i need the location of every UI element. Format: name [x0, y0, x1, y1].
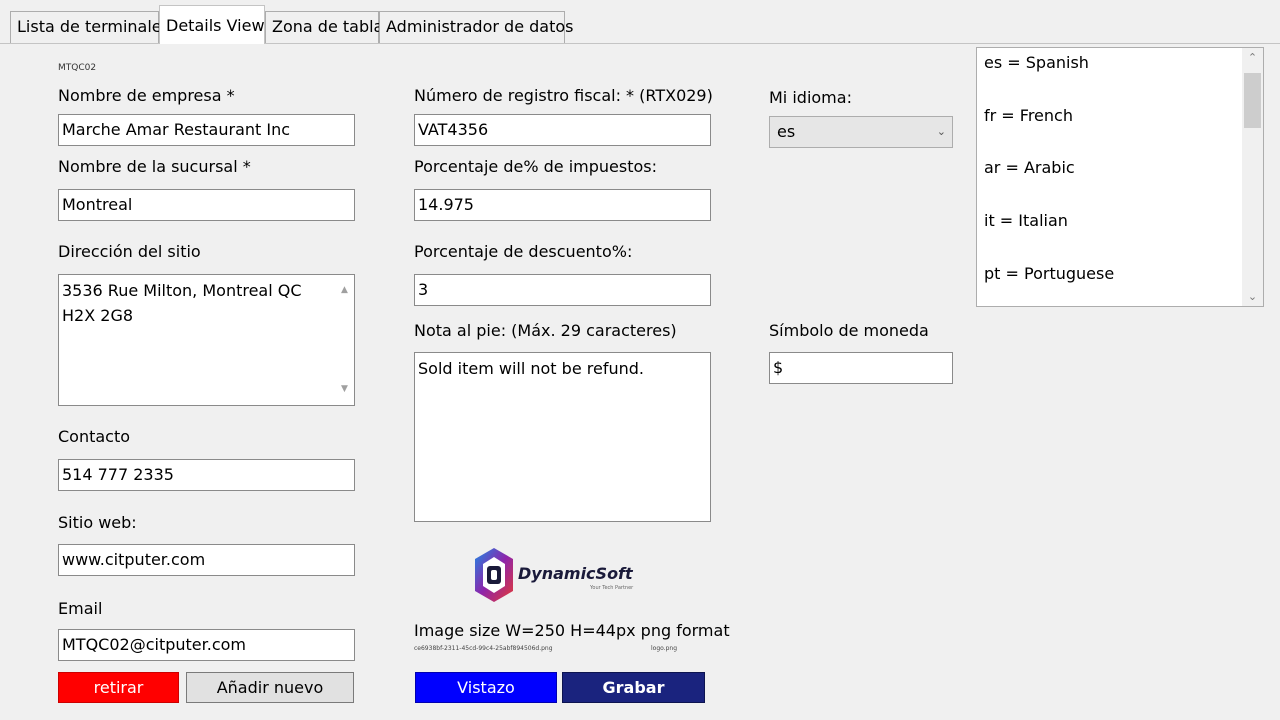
chevron-down-icon[interactable]: ⌄ [937, 117, 946, 147]
currency-symbol-input[interactable]: $ [769, 352, 953, 384]
language-select-value: es [777, 122, 796, 141]
address-text: 3536 Rue Milton, Montreal QC H2X 2G8 [62, 281, 302, 325]
scroll-down-icon[interactable]: ▼ [336, 377, 353, 402]
tab-details-view[interactable]: Details View [159, 5, 265, 44]
footer-note-label: Nota al pie: (Máx. 29 caracteres) [414, 321, 677, 340]
footer-note-textarea[interactable]: Sold item will not be refund. [414, 352, 711, 522]
branch-name-input[interactable]: Montreal [58, 189, 355, 221]
tax-percent-label: Porcentaje de% de impuestos: [414, 157, 657, 176]
image-size-note: Image size W=250 H=44px png format [414, 621, 730, 640]
currency-symbol-label: Símbolo de moneda [769, 321, 929, 340]
tax-number-input[interactable]: VAT4356 [414, 114, 711, 146]
scroll-up-icon[interactable]: ▲ [336, 278, 353, 303]
email-label: Email [58, 599, 103, 618]
website-label: Sitio web: [58, 513, 137, 532]
remove-button[interactable]: retirar [58, 672, 179, 703]
logo-name: DynamicSoft [518, 564, 633, 583]
dynamicsoft-logo-icon [475, 548, 513, 602]
language-select[interactable]: es ⌄ [769, 116, 953, 148]
language-list-item[interactable]: pt = Portuguese [984, 264, 1114, 283]
language-list-item[interactable]: es = Spanish [984, 53, 1089, 72]
logo-file-name: logo.png [651, 645, 678, 652]
language-listbox[interactable]: es = Spanish fr = French ar = Arabic it … [976, 47, 1264, 307]
website-input[interactable]: www.citputer.com [58, 544, 355, 576]
listbox-scrollbar[interactable]: ⌃ ⌄ [1242, 48, 1263, 306]
save-button[interactable]: Grabar [562, 672, 705, 703]
scroll-down-icon[interactable]: ⌄ [1242, 290, 1263, 303]
add-new-button[interactable]: Añadir nuevo [186, 672, 354, 703]
address-textarea[interactable]: 3536 Rue Milton, Montreal QC H2X 2G8 ▲ ▼ [58, 274, 355, 406]
contact-label: Contacto [58, 427, 131, 446]
logo-tagline: Your Tech Partner [590, 585, 634, 591]
scrollbar-thumb[interactable] [1244, 73, 1261, 128]
branch-name-label: Nombre de la sucursal * [58, 157, 251, 176]
scroll-up-icon[interactable]: ⌃ [1242, 51, 1263, 64]
tax-number-label: Número de registro fiscal: * (RTX029) [414, 86, 713, 105]
company-name-input[interactable]: Marche Amar Restaurant Inc [58, 114, 355, 146]
language-list-item[interactable]: fr = French [984, 106, 1073, 125]
company-logo: DynamicSoft Your Tech Partner [472, 546, 633, 606]
address-label: Dirección del sitio [58, 242, 201, 261]
tab-bar: Lista de terminales Details View Zona de… [0, 0, 1280, 44]
preview-button[interactable]: Vistazo [415, 672, 557, 703]
address-scrollbar[interactable]: ▲ ▼ [336, 276, 353, 404]
discount-percent-label: Porcentaje de descuento%: [414, 242, 633, 261]
tax-percent-input[interactable]: 14.975 [414, 189, 711, 221]
language-label: Mi idioma: [769, 88, 852, 107]
tab-zona-de-tabla[interactable]: Zona de tabla [265, 11, 383, 43]
language-list-item[interactable]: ar = Arabic [984, 158, 1075, 177]
tab-lista-de-terminales[interactable]: Lista de terminales [10, 11, 170, 43]
logo-file-id: ce6938bf-2311-45cd-99c4-25abf894506d.png [414, 645, 553, 652]
company-name-label: Nombre de empresa * [58, 86, 235, 105]
tab-administrador-de-datos[interactable]: Administrador de datos [379, 11, 573, 43]
record-code: MTQC02 [58, 63, 97, 73]
language-list-item[interactable]: it = Italian [984, 211, 1068, 230]
email-input[interactable]: MTQC02@citputer.com [58, 629, 355, 661]
contact-input[interactable]: 514 777 2335 [58, 459, 355, 491]
discount-percent-input[interactable]: 3 [414, 274, 711, 306]
